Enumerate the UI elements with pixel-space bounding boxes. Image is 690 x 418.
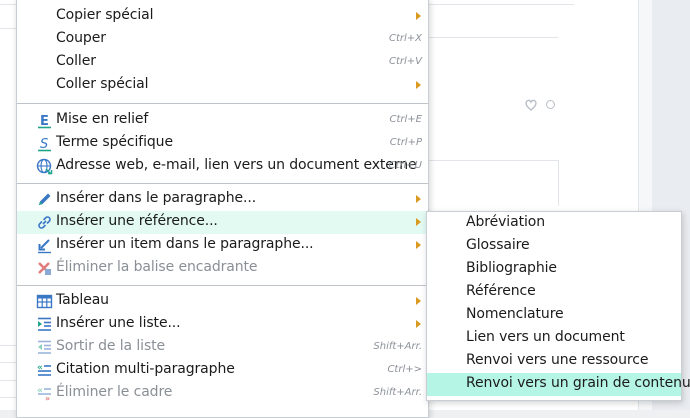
globe-link-icon [36,158,53,175]
submenu-arrow-icon [416,12,421,20]
menu-item-label: Éliminer le cadre [56,384,173,400]
submenu-item-label: Bibliographie [466,260,557,276]
submenu-arrow-icon [416,195,421,203]
submenu-item-label: Renvoi vers une ressource [466,352,649,368]
submenu-item-renvoi-grain[interactable]: Renvoi vers un grain de contenu [427,373,690,396]
menu-item-label: Adresse web, e-mail, lien vers un docume… [56,157,417,173]
menu-item-shortcut: Ctrl+> [387,364,422,375]
submenu-item-label: Renvoi vers un grain de contenu [466,375,690,391]
heart-icon[interactable] [524,98,538,112]
menu-item-eliminer-balise[interactable]: Éliminer la balise encadrante [17,257,428,280]
pencil-icon [39,193,51,205]
menu-item-inserer-paragraphe[interactable]: Insérer dans le paragraphe... [17,188,428,211]
menu-item-label: Insérer une liste... [56,315,181,331]
context-menu: Copier spécial Couper Ctrl+X Coller Ctrl… [16,0,429,418]
list-icon [38,317,51,331]
menu-item-label: Insérer un item dans le paragraphe... [56,236,314,252]
menu-item-shortcut: Ctrl+V [388,56,422,67]
menu-separator [17,183,428,184]
table-icon [36,294,53,309]
menu-item-shortcut: Shift+Arr. [373,387,422,398]
document-left-gutter [0,0,17,410]
submenu-arrow-icon [416,320,421,328]
remove-tag-icon [38,262,51,275]
circle-icon[interactable] [546,100,555,109]
submenu-item-label: Lien vers un document [466,329,625,345]
submenu-arrow-icon [416,81,421,89]
menu-item-inserer-liste[interactable]: Insérer une liste... [17,313,428,336]
submenu-item-label: Abréviation [466,214,545,230]
submenu-arrow-icon [416,241,421,249]
submenu-item-abreviation[interactable]: Abréviation [427,212,681,235]
menu-item-adresse-web[interactable]: Adresse web, e-mail, lien vers un docume… [17,155,428,178]
menu-item-label: Coller [56,53,96,69]
menu-item-shortcut: Ctrl+E [389,114,423,125]
menu-item-label: Terme spécifique [56,134,173,150]
menu-item-label: Mise en relief [56,111,149,127]
menu-item-label: Citation multi-paragraphe [56,361,235,377]
menu-item-eliminer-cadre[interactable]: « » Éliminer le cadre Shift+Arr. [17,382,428,405]
svg-text:»: » [45,394,50,402]
menu-item-label: Insérer dans le paragraphe... [56,190,257,206]
menu-item-label: Éliminer la balise encadrante [56,259,258,275]
submenu-item-lien-document[interactable]: Lien vers un document [427,327,681,350]
menu-item-label: Coller spécial [56,76,149,92]
submenu-item-glossaire[interactable]: Glossaire [427,235,681,258]
chain-link-icon [38,216,51,229]
menu-item-coller-special[interactable]: Coller spécial [17,74,428,97]
reference-submenu: Abréviation Glossaire Bibliographie Réfé… [426,211,690,401]
menu-item-inserer-reference[interactable]: Insérer une référence... [17,211,428,234]
insert-arrow-icon [38,239,51,254]
menu-item-coller[interactable]: Coller Ctrl+V [17,51,428,74]
menu-item-copier-special[interactable]: Copier spécial [17,5,428,28]
menu-item-citation-multi[interactable]: « Citation multi-paragraphe Ctrl+> [17,359,428,382]
menu-separator [17,285,428,286]
menu-item-couper[interactable]: Couper Ctrl+X [17,28,428,51]
submenu-item-label: Référence [466,283,536,299]
submenu-arrow-icon [416,297,421,305]
submenu-item-reference[interactable]: Référence [427,281,681,304]
menu-item-terme-specifique[interactable]: S Terme spécifique Ctrl+P [17,132,428,155]
specific-term-s-icon: S [38,137,51,152]
menu-separator [17,103,428,104]
menu-item-shortcut: Shift+Arr. [373,341,422,352]
menu-item-label: Copier spécial [56,7,154,23]
quote-icon: « [37,363,51,376]
exit-list-icon [38,340,51,354]
submenu-item-label: Nomenclature [466,306,564,322]
remove-frame-icon: « » [37,386,51,402]
menu-item-label: Insérer une référence... [56,213,218,229]
submenu-item-label: Glossaire [466,237,530,253]
menu-item-shortcut: Ctrl+P [389,137,422,148]
submenu-arrow-icon [416,218,421,226]
menu-item-mise-en-relief[interactable]: E Mise en relief Ctrl+E [17,109,428,132]
menu-item-label: Tableau [56,292,109,308]
submenu-item-nomenclature[interactable]: Nomenclature [427,304,681,327]
menu-item-tableau[interactable]: Tableau [17,290,428,313]
emphasis-e-icon: E [38,114,51,129]
submenu-item-bibliographie[interactable]: Bibliographie [427,258,681,281]
submenu-item-renvoi-ressource[interactable]: Renvoi vers une ressource [427,350,681,373]
menu-item-shortcut: Ctrl+X [388,33,422,44]
menu-item-label: Sortir de la liste [56,338,166,354]
menu-item-label: Couper [56,30,106,46]
menu-item-shortcut: Ctrl+U [388,160,423,171]
menu-item-inserer-item[interactable]: Insérer un item dans le paragraphe... [17,234,428,257]
menu-item-sortir-liste[interactable]: Sortir de la liste Shift+Arr. [17,336,428,359]
